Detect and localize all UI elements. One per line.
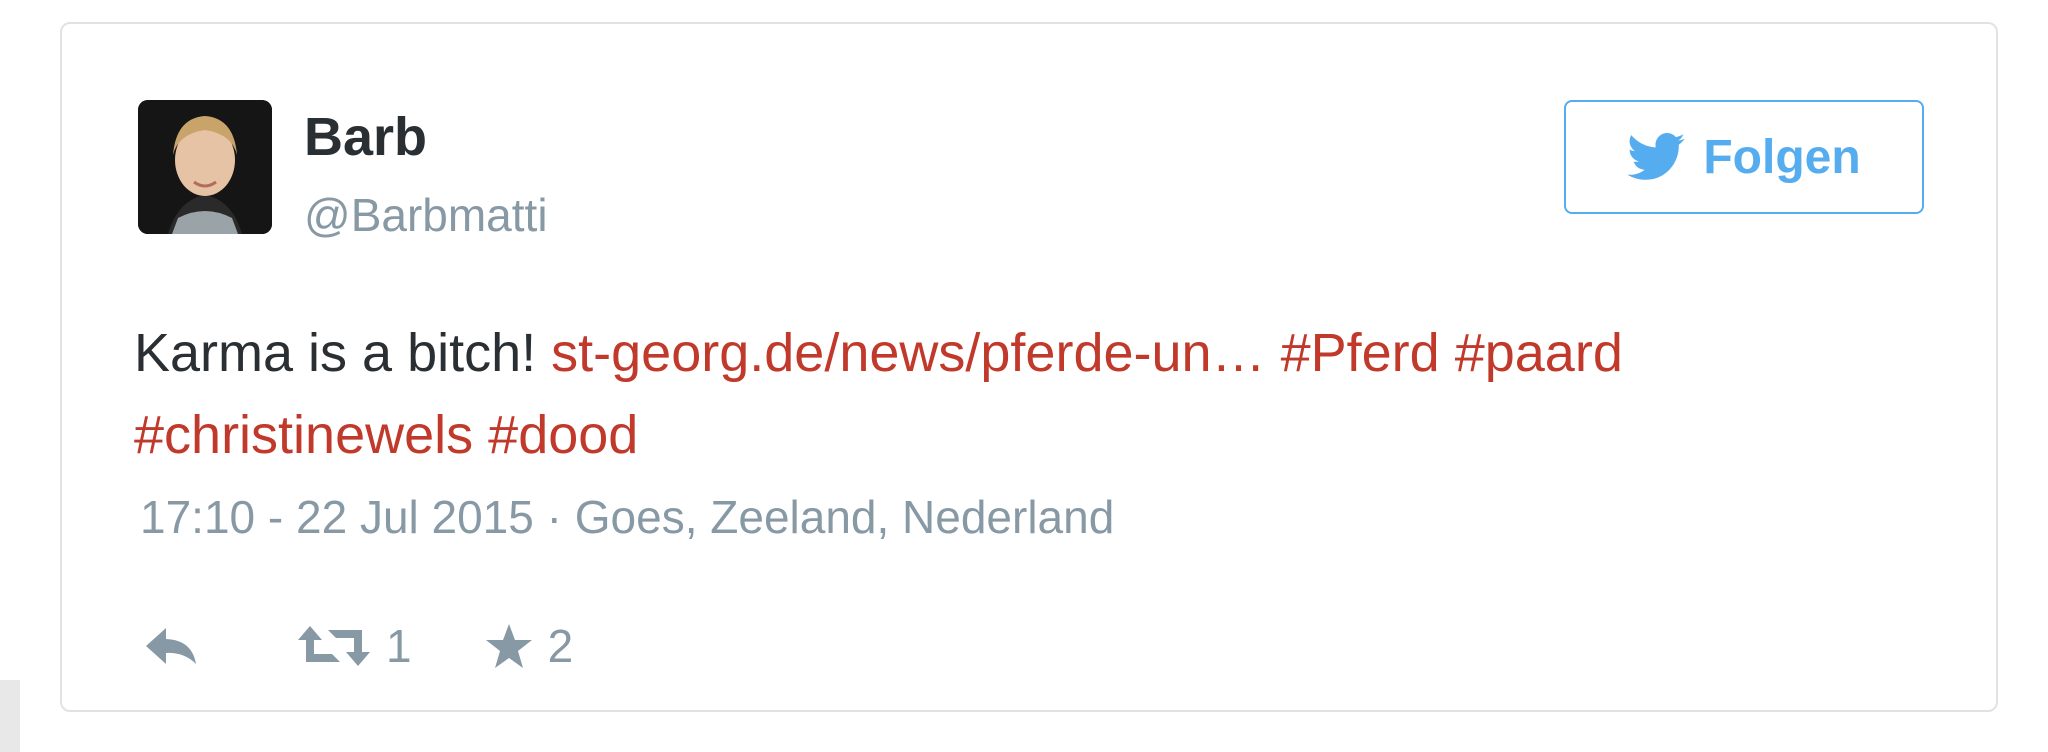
tweet-card: Barb @Barbmatti Folgen Karma is a bitch!…	[60, 22, 1998, 712]
tweet-text: Karma is a bitch! st-georg.de/news/pferd…	[134, 312, 1934, 476]
tweet-location[interactable]: Goes, Zeeland, Nederland	[575, 491, 1115, 543]
reply-icon	[146, 628, 196, 664]
follow-button-label: Folgen	[1703, 130, 1861, 184]
meta-separator: ·	[546, 491, 562, 543]
tweet-text-plain: Karma is a bitch!	[134, 323, 552, 383]
hashtag-christinewels[interactable]: #christinewels	[134, 405, 473, 465]
tweet-link[interactable]: st-georg.de/news/pferde-un…	[551, 323, 1265, 383]
tweet-actions: 1 2	[142, 616, 573, 676]
hashtag-paard[interactable]: #paard	[1455, 323, 1623, 383]
favorite-count: 2	[547, 620, 574, 672]
reply-button[interactable]	[142, 624, 200, 668]
avatar[interactable]	[138, 100, 272, 234]
retweet-icon	[298, 626, 370, 666]
tweet-meta: 17:10 - 22 Jul 2015 · Goes, Zeeland, Ned…	[140, 494, 1114, 540]
favorite-button[interactable]: 2	[484, 620, 574, 672]
hashtag-pferd[interactable]: #Pferd	[1281, 323, 1440, 383]
star-icon	[485, 624, 532, 668]
retweet-button[interactable]: 1	[296, 622, 412, 670]
page-edge-fragment	[0, 680, 20, 752]
author-display-name[interactable]: Barb	[304, 110, 427, 164]
follow-button[interactable]: Folgen	[1564, 100, 1924, 214]
author-screen-name[interactable]: @Barbmatti	[304, 192, 548, 238]
twitter-bird-icon	[1627, 133, 1686, 180]
hashtag-dood[interactable]: #dood	[488, 405, 638, 465]
tweet-timestamp[interactable]: 17:10 - 22 Jul 2015	[140, 491, 534, 543]
retweet-count: 1	[386, 620, 412, 672]
